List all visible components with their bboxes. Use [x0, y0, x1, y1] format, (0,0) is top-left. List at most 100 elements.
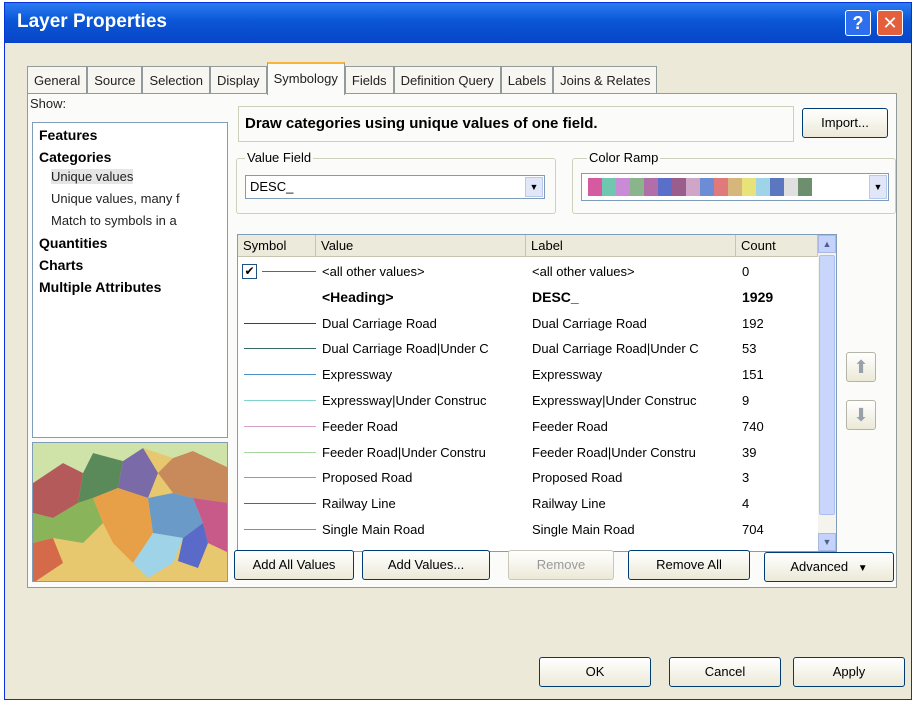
tab-definition-query[interactable]: Definition Query [393, 66, 501, 94]
table-row[interactable]: Dual Carriage Road|Under C Dual Carriage … [238, 336, 818, 361]
scroll-up-icon[interactable]: ▲ [818, 235, 836, 253]
color-swatch [714, 178, 728, 196]
move-up-button[interactable]: ⬆ [846, 352, 876, 382]
remove-all-button[interactable]: Remove All [628, 550, 750, 580]
help-button[interactable]: ? [845, 10, 871, 36]
table-row[interactable]: Feeder Road Feeder Road 740 [238, 414, 818, 439]
symbol-cell[interactable] [238, 465, 316, 490]
column-header-symbol[interactable]: Symbol [238, 235, 316, 257]
apply-button[interactable]: Apply [793, 657, 905, 687]
show-tree-item[interactable]: Unique values [51, 169, 134, 184]
tab-symbology[interactable]: Symbology [266, 62, 345, 95]
value-cell[interactable]: <Heading> [322, 285, 522, 310]
advanced-button[interactable]: Advanced ▼ [764, 552, 894, 582]
show-tree-item[interactable]: Multiple Attributes [39, 279, 161, 295]
symbol-cell[interactable] [238, 414, 316, 439]
symbol-cell[interactable] [238, 285, 316, 310]
table-row[interactable]: <Heading> DESC_ 1929 [238, 285, 818, 310]
tab-source[interactable]: Source [87, 66, 143, 94]
label-cell[interactable]: Expressway|Under Construc [532, 388, 736, 413]
table-row[interactable]: Dual Carriage Road Dual Carriage Road 192 [238, 311, 818, 336]
label-cell[interactable]: Feeder Road [532, 414, 736, 439]
value-cell[interactable]: Expressway [322, 362, 522, 387]
tab-labels[interactable]: Labels [500, 66, 554, 94]
color-ramp-label: Color Ramp [587, 150, 661, 165]
column-header-value[interactable]: Value [316, 235, 526, 257]
cancel-button[interactable]: Cancel [669, 657, 781, 687]
value-field-select[interactable]: DESC_ ▼ [245, 175, 545, 199]
color-swatch [742, 178, 756, 196]
label-cell[interactable]: Railway Line [532, 491, 736, 516]
show-tree-item[interactable]: Unique values, many f [51, 191, 180, 206]
show-tree-item[interactable]: Categories [39, 149, 111, 165]
value-cell[interactable]: Railway Line [322, 491, 522, 516]
table-row[interactable]: Railway Line Railway Line 4 [238, 491, 818, 516]
tab-general[interactable]: General [27, 66, 88, 94]
ok-button[interactable]: OK [539, 657, 651, 687]
show-tree-item[interactable]: Match to symbols in a [51, 213, 177, 228]
window-title: Layer Properties [17, 11, 167, 32]
table-scrollbar[interactable]: ▲ ▼ [818, 235, 836, 551]
value-cell[interactable]: Dual Carriage Road|Under C [322, 336, 522, 361]
label-cell[interactable]: Dual Carriage Road|Under C [532, 336, 736, 361]
symbol-cell[interactable] [238, 388, 316, 413]
symbol-cell[interactable]: ✔ [238, 259, 316, 284]
column-header-count[interactable]: Count [736, 235, 818, 257]
label-cell[interactable]: Proposed Road [532, 465, 736, 490]
title-bar[interactable]: Layer Properties ? ✕ [5, 3, 911, 43]
color-swatch [588, 178, 602, 196]
label-cell[interactable]: Single Main Road [532, 517, 736, 542]
symbol-cell[interactable] [238, 491, 316, 516]
close-button[interactable]: ✕ [877, 10, 903, 36]
symbol-cell[interactable] [238, 336, 316, 361]
show-tree-item[interactable]: Charts [39, 257, 83, 273]
count-cell: 9 [742, 393, 750, 408]
value-cell[interactable]: Dual Carriage Road [322, 311, 522, 336]
remove-button[interactable]: Remove [508, 550, 614, 580]
tab-display[interactable]: Display [209, 66, 267, 94]
label-cell[interactable]: DESC_ [532, 285, 736, 310]
checkbox-icon[interactable]: ✔ [242, 264, 257, 279]
count-cell: 704 [742, 522, 764, 537]
value-cell[interactable]: <all other values> [322, 259, 522, 284]
show-tree-item[interactable]: Features [39, 127, 97, 143]
color-swatch [658, 178, 672, 196]
tab-fields[interactable]: Fields [344, 66, 394, 94]
count-cell: 740 [742, 418, 764, 434]
label-cell[interactable]: Feeder Road|Under Constru [532, 440, 736, 465]
color-ramp-select[interactable]: ▼ [581, 173, 889, 201]
symbol-cell[interactable] [238, 362, 316, 387]
count-cell: 0 [742, 264, 750, 279]
add-all-values-button[interactable]: Add All Values [234, 550, 354, 580]
table-row[interactable]: Proposed Road Proposed Road 3 [238, 465, 818, 490]
value-cell[interactable]: Expressway|Under Construc [322, 388, 522, 413]
chevron-down-icon[interactable]: ▼ [869, 175, 887, 199]
label-cell[interactable]: <all other values> [532, 259, 736, 284]
table-row[interactable]: Single Main Road Single Main Road 704 [238, 517, 818, 542]
value-cell[interactable]: Single Main Road [322, 517, 522, 542]
symbol-cell[interactable] [238, 311, 316, 336]
value-cell[interactable]: Feeder Road [322, 414, 522, 439]
move-down-button[interactable]: ⬇ [846, 400, 876, 430]
table-row[interactable]: ✔ <all other values> <all other values> 0 [238, 259, 818, 284]
symbol-cell[interactable] [238, 440, 316, 465]
value-cell[interactable]: Proposed Road [322, 465, 522, 490]
tab-selection[interactable]: Selection [142, 66, 210, 94]
chevron-down-icon[interactable]: ▼ [525, 177, 543, 197]
scrollbar-thumb[interactable] [819, 255, 835, 515]
label-cell[interactable]: Expressway [532, 362, 736, 387]
tab-joins-relates[interactable]: Joins & Relates [553, 66, 658, 94]
add-values-button[interactable]: Add Values... [362, 550, 490, 580]
label-cell[interactable]: Dual Carriage Road [532, 311, 736, 336]
show-tree-item[interactable]: Quantities [39, 235, 107, 251]
color-swatch [756, 178, 770, 196]
symbol-cell[interactable] [238, 517, 316, 542]
column-header-label[interactable]: Label [526, 235, 736, 257]
table-row[interactable]: Feeder Road|Under Constru Feeder Road|Und… [238, 440, 818, 465]
line-symbol [244, 322, 316, 324]
import-button[interactable]: Import... [802, 108, 888, 138]
scroll-down-icon[interactable]: ▼ [818, 533, 836, 551]
value-cell[interactable]: Feeder Road|Under Constru [322, 440, 522, 465]
table-row[interactable]: Expressway Expressway 151 [238, 362, 818, 387]
table-row[interactable]: Expressway|Under Construc Expressway|Unde… [238, 388, 818, 413]
